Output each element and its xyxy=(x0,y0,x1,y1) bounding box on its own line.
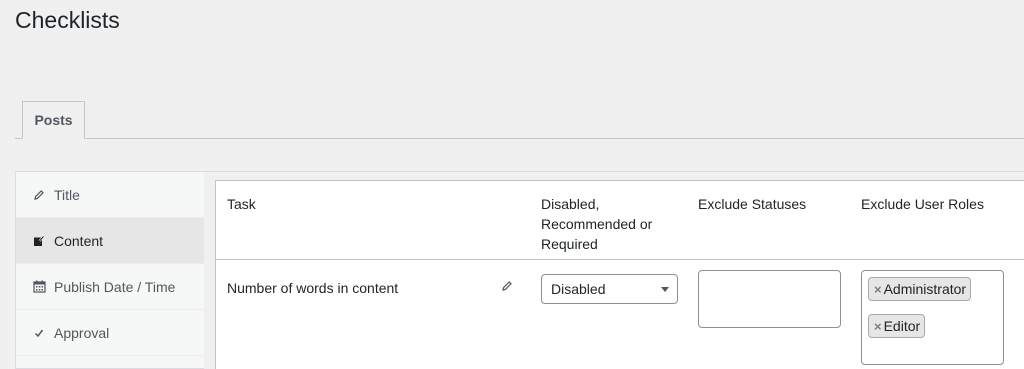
role-chip-editor[interactable]: × Editor xyxy=(868,314,926,338)
tab-posts[interactable]: Posts xyxy=(22,101,85,139)
header-divider xyxy=(216,259,1024,260)
sidebar-item-label: Approval xyxy=(54,324,110,341)
calendar-icon xyxy=(32,280,46,294)
chevron-down-icon xyxy=(661,287,669,292)
sidebar-item-approval[interactable]: Approval xyxy=(16,310,204,356)
column-header-requirement: Disabled, Recommended or Required xyxy=(541,196,653,252)
close-icon[interactable]: × xyxy=(874,319,882,334)
list-icon xyxy=(32,364,46,369)
task-label: Number of words in content xyxy=(227,280,399,296)
tabs-divider xyxy=(15,138,1024,139)
pencil-icon xyxy=(32,188,46,202)
page-title: Checklists xyxy=(15,7,120,33)
sidebar-item-label: Publish Date / Time xyxy=(54,278,176,295)
sidebar-item-partial[interactable] xyxy=(16,356,204,369)
sidebar-item-title[interactable]: Title xyxy=(16,172,204,218)
column-header-task: Task xyxy=(227,196,256,212)
role-chip-administrator[interactable]: × Administrator xyxy=(868,277,972,301)
edit-page-icon xyxy=(32,234,46,248)
sidebar-item-label: Content xyxy=(54,232,104,249)
checkmark-icon xyxy=(32,326,46,340)
exclude-roles-field[interactable]: × Administrator × Editor xyxy=(861,270,1004,365)
pencil-icon[interactable] xyxy=(501,279,515,293)
sidebar-item-content[interactable]: Content xyxy=(16,218,204,264)
role-chip-label: Administrator xyxy=(883,281,967,297)
sidebar-item-label: Title xyxy=(54,186,80,203)
sidebar: Title Content Publish Date / Time Approv… xyxy=(15,171,204,369)
checklist-panel: Task Disabled, Recommended or Required E… xyxy=(204,171,1024,369)
column-header-statuses: Exclude Statuses xyxy=(698,196,807,212)
requirements-table: Task Disabled, Recommended or Required E… xyxy=(215,180,1024,369)
requirement-select[interactable]: Disabled xyxy=(541,274,678,304)
close-icon[interactable]: × xyxy=(874,282,882,297)
exclude-statuses-field[interactable] xyxy=(698,270,841,328)
column-header-roles: Exclude User Roles xyxy=(861,196,984,212)
role-chip-label: Editor xyxy=(883,318,921,334)
sidebar-item-publish-date[interactable]: Publish Date / Time xyxy=(16,264,204,310)
requirement-select-value: Disabled xyxy=(551,281,606,297)
